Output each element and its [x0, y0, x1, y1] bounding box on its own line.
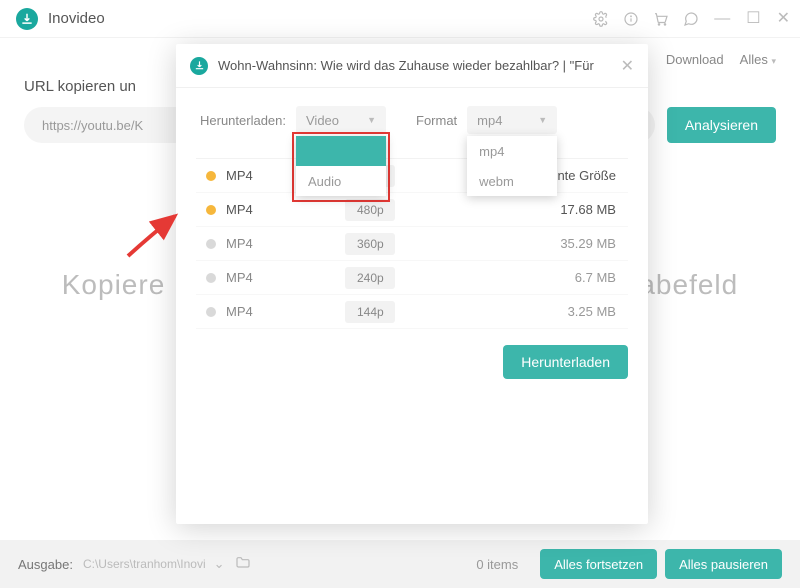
row-size: 35.29 MB	[494, 236, 624, 251]
tab-download[interactable]: Download	[666, 52, 724, 67]
selection-dot-icon	[206, 239, 216, 249]
output-path[interactable]: C:\Users\tranhom\Inovi	[83, 557, 206, 571]
analyse-button[interactable]: Analysieren	[667, 107, 776, 143]
quality-rows: MP4 72 ekannte Größe MP4 480p 17.68 MB M…	[196, 158, 628, 329]
selection-dot-icon	[206, 307, 216, 317]
dialog-title: Wohn-Wahnsinn: Wie wird das Zuhause wied…	[218, 58, 621, 73]
download-option-video[interactable]	[296, 136, 386, 166]
format-label: Format	[416, 113, 457, 128]
selection-dot-icon	[206, 171, 216, 181]
bottombar: Ausgabe: C:\Users\tranhom\Inovi ⌄ 0 item…	[0, 540, 800, 588]
row-format: MP4	[226, 168, 296, 183]
pause-all-button[interactable]: Alles pausieren	[665, 549, 782, 579]
format-value: mp4	[477, 113, 502, 128]
download-type-label: Herunterladen:	[200, 113, 286, 128]
info-icon[interactable]	[620, 8, 642, 30]
quality-row[interactable]: MP4 72 ekannte Größe	[196, 159, 628, 193]
row-resolution: 144p	[345, 301, 395, 323]
row-size: 17.68 MB	[494, 202, 624, 217]
quality-row[interactable]: MP4 144p 3.25 MB	[196, 295, 628, 329]
download-type-value: Video	[306, 113, 339, 128]
row-size: 6.7 MB	[494, 270, 624, 285]
close-button[interactable]: ✕	[777, 11, 790, 27]
selection-dot-icon	[206, 273, 216, 283]
chevron-down-icon: ▼	[367, 115, 376, 125]
chevron-down-icon[interactable]: ⌄	[214, 556, 225, 572]
format-option-mp4[interactable]: mp4	[467, 136, 557, 166]
app-logo	[16, 8, 38, 30]
download-button[interactable]: Herunterladen	[503, 345, 628, 379]
app-title: Inovideo	[48, 10, 105, 27]
quality-row[interactable]: MP4 360p 35.29 MB	[196, 227, 628, 261]
quality-row[interactable]: MP4 240p 6.7 MB	[196, 261, 628, 295]
selection-dot-icon	[206, 205, 216, 215]
quality-row[interactable]: MP4 480p 17.68 MB	[196, 193, 628, 227]
dialog-logo	[190, 57, 208, 75]
items-count: 0 items	[476, 557, 518, 572]
download-dialog: Wohn-Wahnsinn: Wie wird das Zuhause wied…	[176, 44, 648, 524]
maximize-button[interactable]: ☐	[746, 11, 760, 27]
chat-icon[interactable]	[680, 8, 702, 30]
row-format: MP4	[226, 236, 296, 251]
tab-all[interactable]: Alles ▾	[740, 52, 776, 67]
cart-icon[interactable]	[650, 8, 672, 30]
row-format: MP4	[226, 202, 296, 217]
row-resolution: 480p	[345, 199, 395, 221]
settings-icon[interactable]	[590, 8, 612, 30]
dialog-close-button[interactable]: ✕	[621, 56, 634, 76]
download-type-dropdown: Audio	[296, 136, 386, 196]
format-select[interactable]: mp4 ▼ mp4 webm	[467, 106, 557, 134]
output-label: Ausgabe:	[18, 557, 73, 572]
row-size: 3.25 MB	[494, 304, 624, 319]
row-resolution: 360p	[345, 233, 395, 255]
folder-icon[interactable]	[235, 555, 251, 574]
resume-all-button[interactable]: Alles fortsetzen	[540, 549, 657, 579]
row-format: MP4	[226, 270, 296, 285]
download-type-select[interactable]: Video ▼ Audio	[296, 106, 386, 134]
titlebar: Inovideo — ☐ ✕	[0, 0, 800, 38]
row-resolution: 240p	[345, 267, 395, 289]
chevron-down-icon: ▼	[538, 115, 547, 125]
main-tabs: Download Alles ▾	[666, 52, 776, 67]
format-dropdown: mp4 webm	[467, 136, 557, 196]
download-option-audio[interactable]: Audio	[296, 166, 386, 196]
format-option-webm[interactable]: webm	[467, 166, 557, 196]
row-format: MP4	[226, 304, 296, 319]
minimize-button[interactable]: —	[714, 11, 730, 27]
